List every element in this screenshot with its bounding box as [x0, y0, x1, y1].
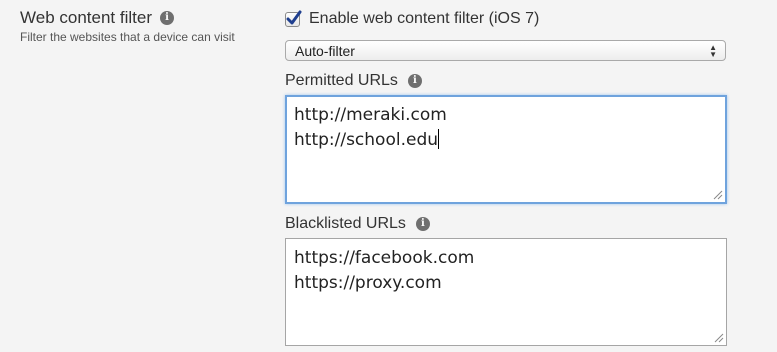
url-line: https://proxy.com	[294, 273, 442, 293]
filter-mode-select[interactable]: Auto-filter ▲ ▼	[285, 40, 726, 61]
blacklisted-urls-label-row: Blacklisted URLs i	[285, 214, 727, 234]
info-icon[interactable]: i	[415, 217, 430, 231]
checkmark-icon	[286, 10, 302, 24]
permitted-urls-textarea[interactable]: http://meraki.com http://school.edu	[285, 95, 727, 204]
setting-title: Web content filter	[20, 8, 152, 27]
enable-filter-row: Enable web content filter (iOS 7)	[285, 8, 727, 30]
url-line-with-cursor: http://school.edu	[294, 128, 718, 153]
enable-filter-checkbox[interactable]	[285, 10, 302, 27]
blacklisted-urls-label: Blacklisted URLs	[285, 215, 406, 232]
setting-label-column: Web content filter i Filter the websites…	[20, 8, 260, 44]
blacklisted-urls-textarea[interactable]: https://facebook.com https://proxy.com	[285, 238, 727, 346]
enable-filter-label[interactable]: Enable web content filter (iOS 7)	[309, 10, 539, 28]
info-icon[interactable]: i	[159, 11, 174, 25]
setting-controls-column: Enable web content filter (iOS 7) Auto-f…	[285, 8, 727, 346]
url-line: http://meraki.com	[294, 105, 447, 125]
setting-description: Filter the websites that a device can vi…	[20, 30, 235, 44]
resize-grip-icon[interactable]	[714, 333, 724, 343]
setting-title-row: Web content filter i	[20, 8, 260, 28]
info-icon[interactable]: i	[407, 74, 422, 88]
permitted-urls-label-row: Permitted URLs i	[285, 71, 727, 91]
resize-grip-icon[interactable]	[713, 190, 723, 200]
filter-mode-value: Auto-filter	[295, 42, 355, 59]
text-cursor	[438, 129, 440, 149]
updown-arrows-icon: ▲ ▼	[709, 42, 717, 59]
url-line: http://school.edu	[294, 130, 439, 150]
url-line: https://facebook.com	[294, 248, 475, 268]
permitted-urls-label: Permitted URLs	[285, 72, 398, 89]
web-content-filter-panel: Web content filter i Filter the websites…	[0, 0, 777, 352]
